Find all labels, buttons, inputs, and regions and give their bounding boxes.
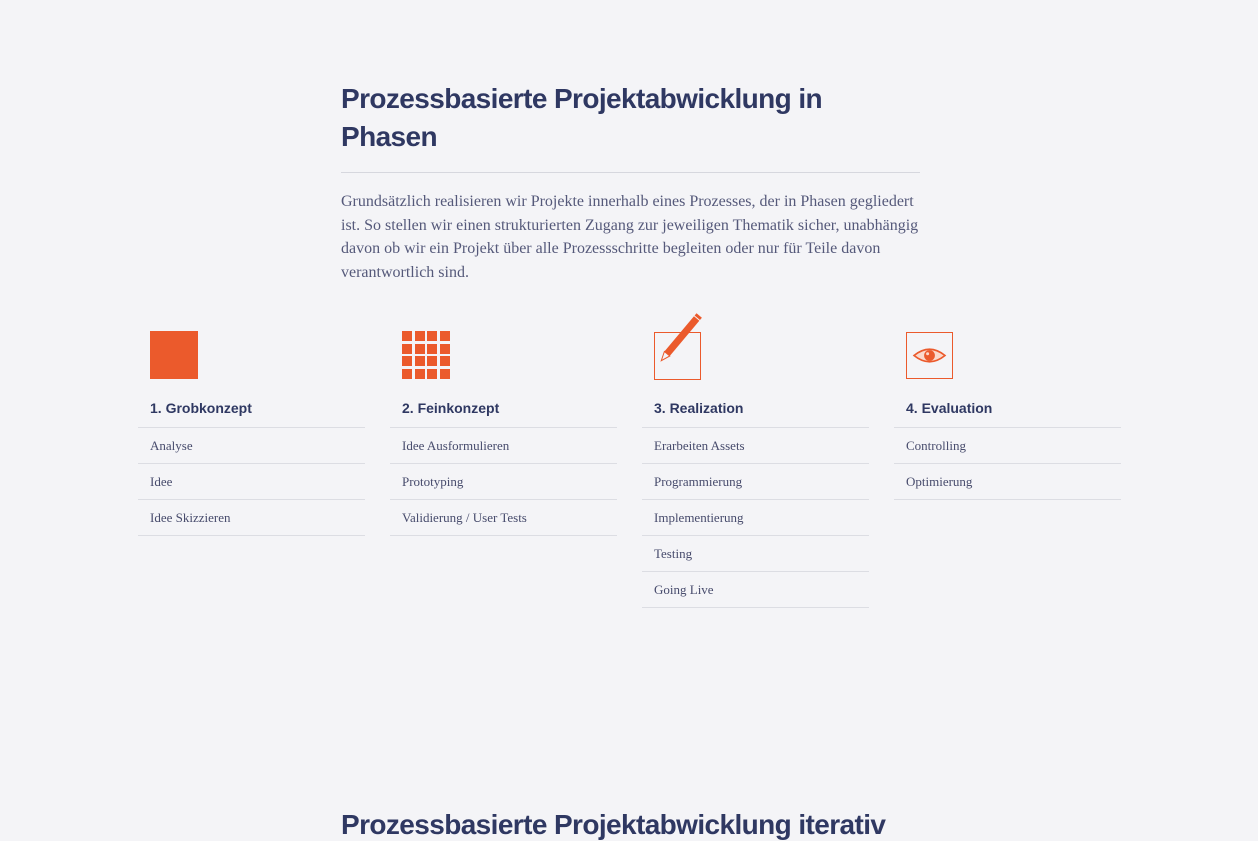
intro-text: Grundsätzlich realisieren wir Projekte i… bbox=[341, 193, 919, 281]
phase-title: 2. Feinkonzept bbox=[390, 400, 617, 428]
solid-square-icon bbox=[150, 331, 198, 379]
phase-step: Erarbeiten Assets bbox=[642, 428, 869, 464]
phase-steps: Erarbeiten Assets Programmierung Impleme… bbox=[642, 428, 869, 608]
phase-icon-wrap bbox=[654, 310, 869, 380]
phase-step: Validierung / User Tests bbox=[390, 500, 617, 536]
phase-step: Optimierung bbox=[894, 464, 1121, 500]
phase-steps: Controlling Optimierung bbox=[894, 428, 1121, 500]
phase-steps: Idee Ausformulieren Prototyping Validier… bbox=[390, 428, 617, 536]
phase-step: Testing bbox=[642, 536, 869, 572]
phase-steps: Analyse Idee Idee Skizzieren bbox=[138, 428, 365, 536]
phase-icon-wrap bbox=[150, 310, 365, 380]
phase-step: Idee bbox=[138, 464, 365, 500]
phase-title: 1. Grobkonzept bbox=[138, 400, 365, 428]
next-section-title: Prozessbasierte Projektabwicklung iterat… bbox=[341, 809, 886, 841]
phase-step: Idee Ausformulieren bbox=[390, 428, 617, 464]
intro-section: Prozessbasierte Projektabwicklung in Pha… bbox=[341, 80, 920, 284]
phase-grobkonzept: 1. Grobkonzept Analyse Idee Idee Skizzie… bbox=[138, 310, 365, 536]
phase-icon-wrap bbox=[906, 310, 1121, 380]
pencil-icon bbox=[654, 313, 702, 380]
phase-step: Idee Skizzieren bbox=[138, 500, 365, 536]
phase-step: Implementierung bbox=[642, 500, 869, 536]
phase-step: Analyse bbox=[138, 428, 365, 464]
phase-title: 4. Evaluation bbox=[894, 400, 1121, 428]
phase-evaluation: 4. Evaluation Controlling Optimierung bbox=[894, 310, 1121, 500]
phase-realization: 3. Realization Erarbeiten Assets Program… bbox=[642, 310, 869, 608]
grid-icon bbox=[402, 331, 450, 379]
phase-title: 3. Realization bbox=[642, 400, 869, 428]
eye-icon bbox=[906, 332, 953, 379]
phase-step: Prototyping bbox=[390, 464, 617, 500]
phase-step: Controlling bbox=[894, 428, 1121, 464]
phase-step: Programmierung bbox=[642, 464, 869, 500]
phase-step: Going Live bbox=[642, 572, 869, 608]
phase-icon-wrap bbox=[402, 310, 617, 380]
page-title: Prozessbasierte Projektabwicklung in Pha… bbox=[341, 83, 823, 152]
phase-feinkonzept: 2. Feinkonzept Idee Ausformulieren Proto… bbox=[390, 310, 617, 536]
title-divider bbox=[341, 172, 920, 173]
